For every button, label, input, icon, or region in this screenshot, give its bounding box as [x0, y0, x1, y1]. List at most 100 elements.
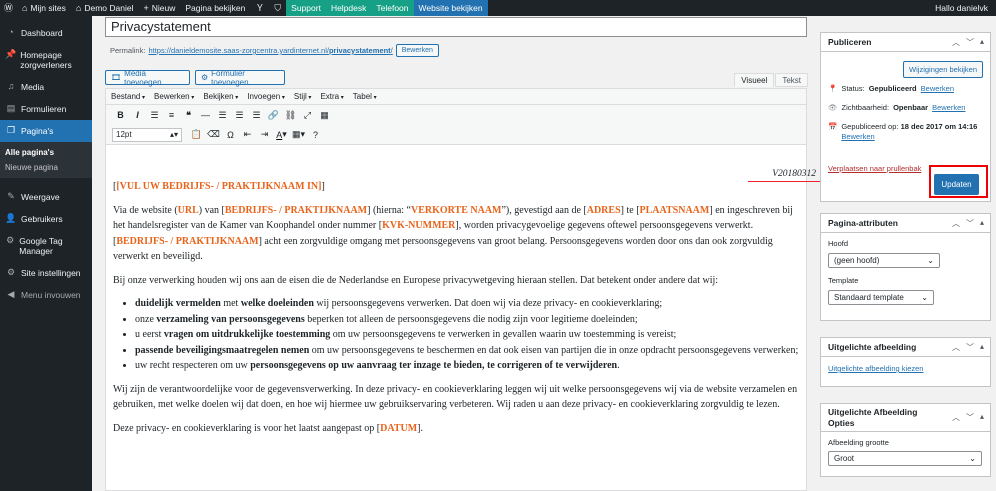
chevron-down-icon: ▴▾ — [169, 130, 178, 139]
gear-icon: ⚙ — [6, 267, 16, 277]
sidebar-item-homepage[interactable]: 📌 Homepage zorgverleners — [0, 44, 92, 76]
link-icon[interactable]: 🔗 — [265, 107, 282, 123]
outdent-icon[interactable]: ⇤ — [239, 127, 256, 143]
sidebar-item-site-settings[interactable]: ⚙ Site instellingen — [0, 262, 92, 284]
trash-link[interactable]: Verplaatsen naar prullenbak — [828, 164, 921, 173]
move-down-icon[interactable]: ﹀ — [966, 342, 974, 353]
sidebar-item-users[interactable]: 👤 Gebruikers — [0, 208, 92, 230]
sidebar-item-gtm[interactable]: ⚙ Google Tag Manager — [0, 230, 92, 262]
form-icon: ⚙ — [201, 73, 209, 82]
status-row: 📍 Status: Gepubliceerd Bewerken — [828, 84, 954, 94]
chevron-down-icon: ⌄ — [927, 256, 934, 265]
parent-select[interactable]: (geen hoofd) ⌄ — [828, 253, 940, 268]
wordpress-logo-icon[interactable]: Ⓦ — [0, 0, 17, 16]
menu-insert[interactable]: Invoegen — [247, 92, 285, 101]
submenu-new-page[interactable]: Nieuwe pagina — [0, 160, 92, 175]
indent-icon[interactable]: ⇥ — [256, 127, 273, 143]
size-label: Afbeelding grootte — [828, 438, 889, 447]
numbered-list-icon[interactable]: ≡ — [163, 107, 180, 123]
helpdesk-link[interactable]: Helpdesk — [325, 0, 372, 16]
user-greeting[interactable]: Hallo danielvk — [930, 0, 996, 16]
collapse-toggle-icon[interactable]: ▴ — [980, 37, 984, 48]
align-right-icon[interactable]: ☰ — [248, 107, 265, 123]
featured-options-box: Uitgelichte Afbeelding Opties ︿ ﹀ ▴ Afbeeld… — [820, 403, 991, 477]
settings-icon: ⚙ — [6, 235, 15, 245]
status-edit-link[interactable]: Bewerken — [921, 84, 954, 94]
menu-style[interactable]: Stijl — [294, 92, 312, 101]
blockquote-icon[interactable]: ❝ — [180, 107, 197, 123]
text-color-icon[interactable]: A ▾ — [273, 127, 290, 143]
support-link[interactable]: Support — [286, 0, 326, 16]
appearance-icon: ✎ — [7, 191, 15, 201]
telefoon-link[interactable]: Telefoon — [371, 0, 414, 16]
permalink-edit-button[interactable]: Bewerken — [395, 44, 439, 57]
align-center-icon[interactable]: ☰ — [231, 107, 248, 123]
bullet-list-icon[interactable]: ☰ — [146, 107, 163, 123]
move-down-icon[interactable]: ﹀ — [966, 218, 974, 229]
move-down-icon[interactable]: ﹀ — [966, 412, 974, 423]
pin-icon: 📌 — [5, 49, 17, 59]
collapse-toggle-icon[interactable]: ▴ — [980, 218, 984, 229]
align-left-icon[interactable]: ☰ — [214, 107, 231, 123]
editor-content[interactable]: [[VUL UW BEDRIJFS- / PRAKTIJKNAAM IN]] V… — [106, 145, 806, 436]
collapse-toggle-icon[interactable]: ▴ — [980, 412, 984, 423]
move-up-icon[interactable]: ︿ — [952, 412, 960, 423]
move-up-icon[interactable]: ︿ — [952, 37, 960, 48]
size-select[interactable]: Groot ⌄ — [828, 451, 982, 466]
my-sites-link[interactable]: ⌂ Mijn sites — [17, 0, 71, 16]
page-attributes-box: Pagina-attributen ︿ ﹀ ▴ Hoofd (geen hoofd) ⌄… — [820, 213, 991, 321]
website-view-link[interactable]: Website bekijken — [413, 0, 488, 16]
move-down-icon[interactable]: ﹀ — [966, 37, 974, 48]
italic-icon[interactable]: I — [129, 107, 146, 123]
sidebar-item-collapse[interactable]: ◀ Menu invouwen — [0, 284, 92, 306]
help-icon[interactable]: ? — [307, 127, 324, 143]
fullscreen-icon[interactable]: ⤢ — [299, 107, 316, 123]
preview-changes-button[interactable]: Wijzigingen bekijken — [903, 61, 983, 78]
add-form-button[interactable]: ⚙ Formulier toevoegen — [195, 69, 285, 87]
new-content-link[interactable]: + Nieuw — [138, 0, 180, 16]
unlink-icon[interactable]: ⛓ — [282, 107, 299, 123]
menu-table[interactable]: Tabel — [353, 92, 377, 101]
paste-text-icon[interactable]: 📋 — [188, 127, 205, 143]
sidebar-item-media[interactable]: ♫ Media — [0, 76, 92, 98]
yoast-icon[interactable]: Ｙ — [250, 0, 269, 16]
view-page-link[interactable]: Pagina bekijken — [180, 0, 250, 16]
post-title-input[interactable]: Privacystatement — [105, 17, 807, 37]
move-up-icon[interactable]: ︿ — [952, 218, 960, 229]
site-link[interactable]: ⌂ Demo Daniel — [71, 0, 139, 16]
menu-edit[interactable]: Bewerken — [154, 92, 194, 101]
tab-visual[interactable]: Visueel — [734, 73, 775, 87]
date-edit-link[interactable]: Bewerken — [841, 132, 874, 141]
visibility-edit-link[interactable]: Bewerken — [932, 103, 965, 113]
table-icon[interactable]: ▦▾ — [290, 127, 307, 143]
chevron-down-icon: ⌄ — [969, 454, 976, 463]
bold-icon[interactable]: B — [112, 107, 129, 123]
parent-label: Hoofd — [828, 239, 849, 248]
menu-file[interactable]: Bestand — [111, 92, 145, 101]
sidebar-item-forms[interactable]: ▤ Formulieren — [0, 98, 92, 120]
featured-image-box: Uitgelichte afbeelding ︿ ﹀ ▴ Uitgelichte af… — [820, 337, 991, 387]
shield-icon[interactable]: ⛉ — [269, 0, 286, 16]
template-select[interactable]: Standaard template ⌄ — [828, 290, 934, 305]
collapse-toggle-icon[interactable]: ▴ — [980, 342, 984, 353]
special-char-icon[interactable]: Ω — [222, 127, 239, 143]
menu-extra[interactable]: Extra — [320, 92, 343, 101]
toolbar-toggle-icon[interactable]: ▦ — [316, 107, 333, 123]
font-size-select[interactable]: 12pt ▴▾ — [112, 127, 182, 142]
add-media-button[interactable]: 🎞 Media toevoegen — [105, 69, 190, 87]
collapse-icon: ◀ — [7, 289, 15, 299]
sidebar-item-dashboard[interactable]: ◔ Dashboard — [0, 22, 92, 44]
menu-view[interactable]: Bekijken — [203, 92, 238, 101]
page-attributes-header: Pagina-attributen ︿ ﹀ ▴ — [821, 214, 990, 233]
list-item: onze verzameling van persoonsgegevens be… — [135, 312, 799, 328]
sidebar-item-appearance[interactable]: ✎ Weergave — [0, 186, 92, 208]
sidebar-item-pages[interactable]: ❐ Pagina's — [0, 120, 92, 142]
tab-text[interactable]: Tekst — [775, 73, 808, 87]
permalink-link[interactable]: https://danieldemosite.saas-zorgcentra.y… — [148, 46, 392, 55]
horizontal-line-icon[interactable]: — — [197, 107, 214, 123]
clear-formatting-icon[interactable]: ⌫ — [205, 127, 222, 143]
submenu-all-pages[interactable]: Alle pagina's — [0, 145, 92, 160]
featured-image-link[interactable]: Uitgelichte afbeelding kiezen — [828, 364, 923, 373]
media-icon: ♫ — [7, 81, 15, 91]
move-up-icon[interactable]: ︿ — [952, 342, 960, 353]
